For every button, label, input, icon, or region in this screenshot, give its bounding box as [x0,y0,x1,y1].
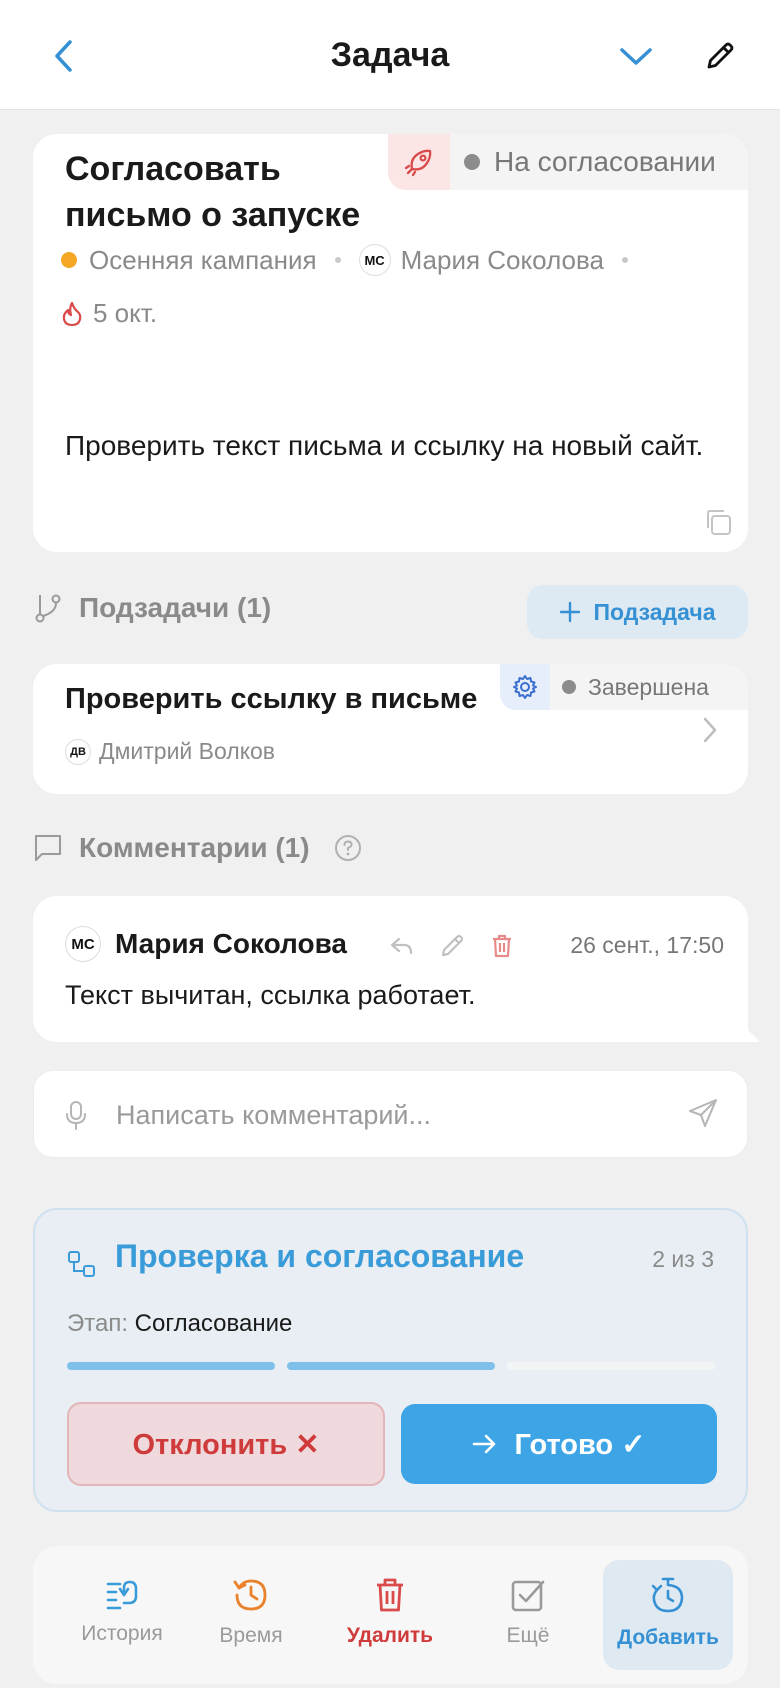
subtask-card[interactable]: Проверить ссылку в письме Завершена ДВ Д… [33,664,748,794]
edit-button[interactable] [698,34,742,78]
reject-label: Отклонить ✕ [132,1428,320,1461]
comments-title: Комментарии (1) [79,832,310,863]
plus-icon [560,601,581,623]
subtask-title: Проверить ссылку в письме [65,683,478,715]
history-list-icon [106,1580,138,1610]
comments-header: Комментарии (1) [33,832,362,864]
clock-history-icon [233,1579,267,1611]
timer-add-icon [651,1577,684,1613]
workflow-step-bar [287,1362,495,1370]
task-description: Проверить текст письма и ссылку на новый… [65,430,704,461]
tab-history-label: История [81,1622,163,1645]
status-dot [464,154,480,170]
separator-dot [334,257,341,263]
help-icon[interactable] [334,834,362,862]
workflow-progress: 2 из 3 [652,1246,714,1272]
stage-value: Согласование [134,1310,293,1337]
task-card: Согласовать письмо о запуске На согласов… [33,134,748,552]
comment-text: Текст вычитан, ссылка работает. [65,980,476,1010]
workflow-icon [67,1250,97,1280]
comment-tail [748,1030,760,1042]
subtask-assignee: ДВ Дмитрий Волков [65,738,275,765]
add-subtask-button[interactable]: Подзадача [527,585,748,639]
status-dot [562,680,576,694]
top-bar: Задача [0,0,780,110]
tab-more[interactable]: Ещё [463,1560,593,1670]
tab-time-label: Время [219,1624,283,1647]
avatar: МС [358,244,391,276]
task-title: Согласовать письмо о запуске [65,150,361,234]
subtask-status-badge[interactable]: Завершена [500,664,748,710]
subtask-assignee-name: Дмитрий Волков [99,738,276,764]
comment-input-box [33,1070,748,1158]
page-title: Задача [330,36,450,74]
add-subtask-label: Подзадача [593,598,716,625]
comment-item: МС Мария Соколова 26 сент., 17:50 Текст … [33,896,748,1042]
workflow-title: Проверка и согласование [115,1238,525,1274]
workflow-panel: Проверка и согласование 2 из 3 Этап: Сог… [33,1208,748,1512]
chevron-down-icon [620,48,652,65]
send-icon[interactable] [687,1097,719,1129]
project-name[interactable]: Осенняя кампания [89,245,317,276]
comment-bubble-icon [35,835,61,861]
arrow-right-icon [473,1434,496,1454]
trash-icon[interactable] [488,932,516,960]
task-status-badge[interactable]: На согласовании [388,134,748,190]
reject-button[interactable]: Отклонить ✕ [67,1402,385,1486]
tab-history[interactable]: История [57,1560,187,1670]
subtasks-title: Подзадачи (1) [79,592,272,623]
workflow-step-bar [67,1362,275,1370]
avatar: МС [65,926,101,962]
tab-add-label: Добавить [617,1626,719,1649]
gear-icon [500,664,550,710]
tab-delete[interactable]: Удалить [325,1560,455,1670]
pencil-icon [707,42,734,69]
tab-time[interactable]: Время [186,1560,316,1670]
collapse-button[interactable] [614,34,658,78]
tab-more-label: Ещё [506,1624,550,1647]
subtask-status-text: Завершена [588,673,709,700]
reply-icon[interactable] [388,932,416,960]
assignee-name[interactable]: Мария Соколова [401,245,604,276]
task-meta: Осенняя кампания МС Мария Соколова [61,244,646,276]
flame-icon [62,301,82,326]
copy-icon[interactable] [702,506,734,538]
ready-button[interactable]: Готово ✓ [401,1404,717,1484]
separator-dot [621,257,628,263]
bottom-toolbar: История Время Удалить Ещё Добавить [33,1546,748,1684]
workflow-step-bar [507,1362,715,1370]
comment-date: 26 сент., 17:50 [570,932,724,958]
stage-label: Этап: [67,1310,128,1337]
comment-author: Мария Соколова [115,928,347,959]
workflow-stage: Этап: Согласование [67,1310,292,1338]
branch-icon [35,594,61,623]
project-dot [61,252,77,268]
due-date[interactable]: 5 окт. [93,298,157,329]
ready-label: Готово ✓ [514,1428,646,1461]
tab-delete-label: Удалить [346,1624,434,1647]
subtasks-header: Подзадачи (1) [33,592,271,624]
comment-input[interactable] [114,1095,674,1135]
rocket-icon [388,134,450,190]
chevron-right-icon [702,716,718,744]
workflow-progress-bar [67,1362,715,1370]
pencil-icon[interactable] [438,932,466,960]
checkbox-icon [511,1580,545,1612]
microphone-icon[interactable] [64,1099,88,1131]
tab-add[interactable]: Добавить [603,1560,733,1670]
status-text: На согласовании [494,146,716,177]
task-due: 5 окт. [61,298,157,329]
avatar: ДВ [65,738,91,765]
trash-icon [377,1578,403,1612]
